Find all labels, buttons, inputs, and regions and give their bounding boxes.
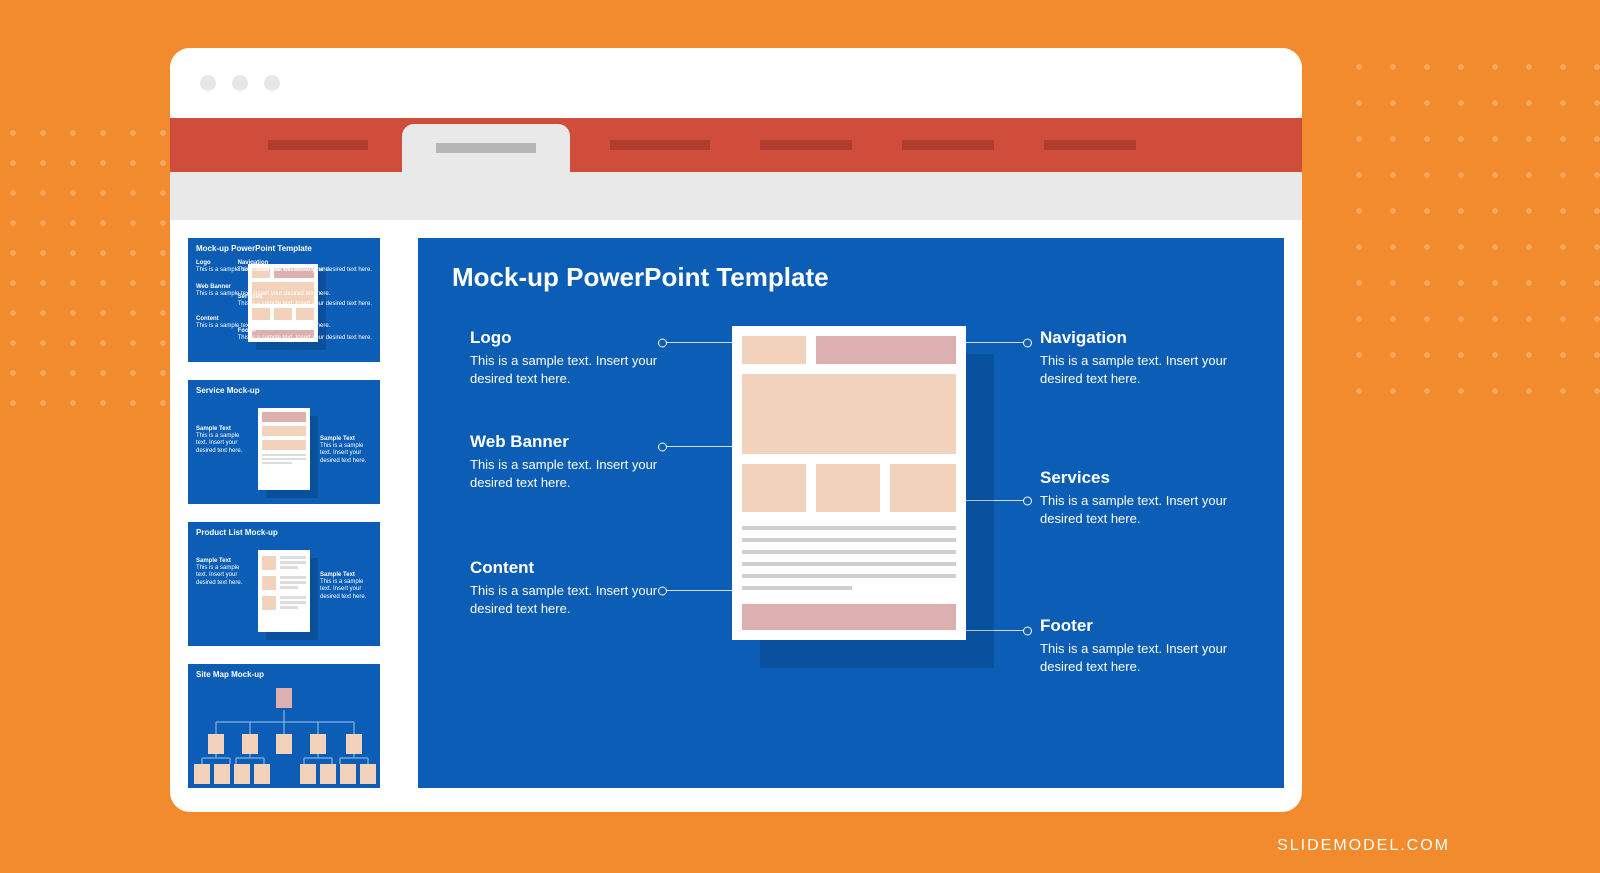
mockup-text-line [742, 550, 956, 554]
thumbnail-title: Product List Mock-up [196, 528, 372, 537]
slide-thumbnail[interactable]: Product List Mock-up Sample TextThis is … [188, 522, 380, 646]
thumbnail-mockup [258, 408, 310, 490]
annotation-web-banner[interactable]: Web Banner This is a sample text. Insert… [470, 432, 660, 491]
mockup-logo-block[interactable] [742, 336, 806, 364]
ribbon-toolbar [170, 172, 1302, 220]
thumbnail-title: Service Mock-up [196, 386, 372, 395]
decoration-dots-left [10, 130, 166, 406]
mockup-text-line [742, 562, 956, 566]
annotation-text: This is a sample text. Insert your desir… [1040, 640, 1230, 675]
slide-title[interactable]: Mock-up PowerPoint Template [452, 262, 1250, 293]
app-window: Mock-up PowerPoint Template Logo This is … [170, 48, 1302, 812]
annotation-label: Navigation [1040, 328, 1230, 348]
mockup-text-line [742, 526, 956, 530]
annotation-text: This is a sample text. Insert your desir… [1040, 492, 1230, 527]
mockup-service-block[interactable] [816, 464, 880, 512]
annotation-label: Footer [1040, 616, 1230, 636]
thumbnail-mockup [258, 550, 310, 632]
annotation-label: Web Banner [470, 432, 660, 452]
annotation-navigation[interactable]: Navigation This is a sample text. Insert… [1040, 328, 1230, 387]
ribbon-tabs [170, 118, 1302, 172]
mockup-banner-block[interactable] [742, 374, 956, 454]
slide-thumbnail[interactable]: Site Map Mock-up [188, 664, 380, 788]
current-slide[interactable]: Mock-up PowerPoint Template Logo This is… [418, 238, 1284, 788]
thumbnail-title: Site Map Mock-up [196, 670, 372, 679]
mockup-text-line [742, 574, 956, 578]
slide-editor[interactable]: Mock-up PowerPoint Template Logo This is… [418, 238, 1284, 788]
ribbon-tab-active[interactable] [402, 124, 570, 172]
annotation-label: Logo [470, 328, 660, 348]
ribbon-tab[interactable] [570, 118, 744, 172]
attribution-text: SLIDEMODEL.COM [1277, 837, 1450, 855]
mockup-service-block[interactable] [742, 464, 806, 512]
window-control-dot[interactable] [264, 75, 280, 91]
annotation-logo[interactable]: Logo This is a sample text. Insert your … [470, 328, 660, 387]
slide-thumbnail-pane[interactable]: Mock-up PowerPoint Template LogoThis is … [188, 238, 380, 788]
mockup-nav-block[interactable] [816, 336, 956, 364]
mockup-text-line [742, 538, 956, 542]
ribbon-tab[interactable] [1028, 118, 1170, 172]
mockup-footer-block[interactable] [742, 604, 956, 630]
slide-thumbnail[interactable]: Mock-up PowerPoint Template LogoThis is … [188, 238, 380, 362]
slide-thumbnail[interactable]: Service Mock-up Sample TextThis is a sam… [188, 380, 380, 504]
annotation-label: Services [1040, 468, 1230, 488]
decoration-dots-right [1356, 64, 1600, 394]
thumbnail-title: Mock-up PowerPoint Template [196, 244, 372, 253]
ribbon-tab[interactable] [744, 118, 886, 172]
mockup-service-block[interactable] [890, 464, 956, 512]
annotation-footer[interactable]: Footer This is a sample text. Insert you… [1040, 616, 1230, 675]
mockup-text-line [742, 586, 852, 590]
workspace: Mock-up PowerPoint Template Logo This is … [170, 220, 1302, 812]
annotation-content[interactable]: Content This is a sample text. Insert yo… [470, 558, 660, 617]
window-control-dot[interactable] [200, 75, 216, 91]
window-title-bar [170, 48, 1302, 118]
annotation-text: This is a sample text. Insert your desir… [470, 582, 660, 617]
annotation-label: Content [470, 558, 660, 578]
annotation-text: This is a sample text. Insert your desir… [470, 352, 660, 387]
ribbon-tab[interactable] [188, 118, 402, 172]
window-control-dot[interactable] [232, 75, 248, 91]
annotation-text: This is a sample text. Insert your desir… [470, 456, 660, 491]
ribbon-tab[interactable] [886, 118, 1028, 172]
mockup-page[interactable] [732, 326, 966, 640]
annotation-services[interactable]: Services This is a sample text. Insert y… [1040, 468, 1230, 527]
annotation-text: This is a sample text. Insert your desir… [1040, 352, 1230, 387]
